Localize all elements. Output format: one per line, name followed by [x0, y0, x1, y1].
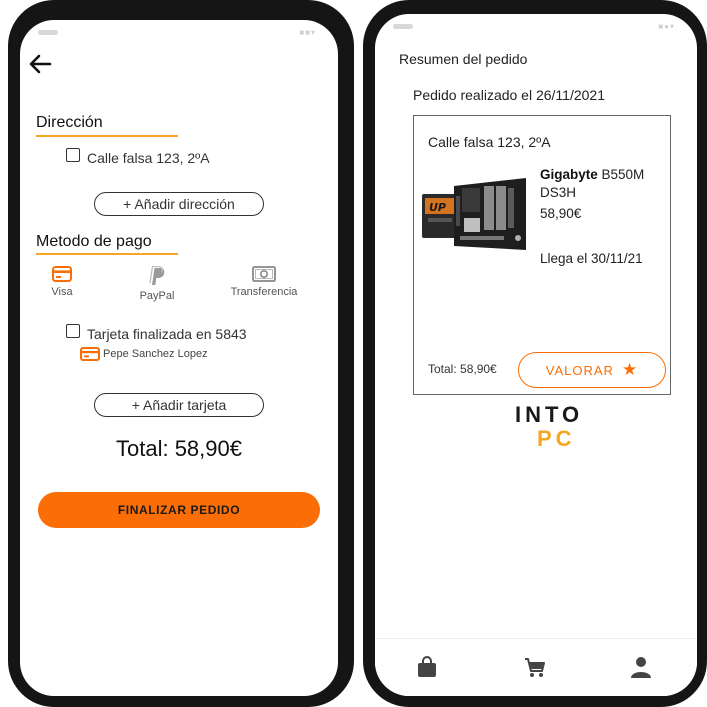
summary-title: Resumen del pedido: [399, 51, 528, 67]
add-card-button[interactable]: + Añadir tarjeta: [94, 393, 264, 417]
bag-icon[interactable]: [415, 655, 439, 679]
intopc-logo: INTO PC: [515, 402, 605, 458]
user-icon[interactable]: [629, 655, 653, 679]
payment-option-transfer[interactable]: Transferencia: [224, 266, 304, 298]
order-address: Calle falsa 123, 2ºA: [428, 134, 551, 150]
status-icons: ■●▾: [658, 22, 675, 31]
payment-option-paypal[interactable]: PayPal: [132, 266, 182, 302]
payment-option-label: Transferencia: [230, 286, 298, 298]
card-holder-row: Pepe Sanchez Lopez: [80, 347, 208, 361]
paypal-icon: [149, 266, 165, 285]
logo-text-bottom: PC: [537, 426, 576, 451]
motherboard-image: UP: [422, 178, 526, 250]
bottom-nav: [375, 638, 697, 696]
delivery-date: Llega el 30/11/21: [540, 251, 643, 266]
card-option-label: Tarjeta finalizada en 5843: [87, 326, 247, 342]
logo-text-top: INTO: [515, 402, 584, 427]
payment-underline: [36, 253, 178, 255]
payment-section-title: Metodo de pago: [36, 233, 152, 250]
credit-card-icon: [52, 266, 72, 282]
status-bar: ■■▾: [20, 28, 338, 38]
phone-summary: ■●▾ Resumen del pedido Pedido realizado …: [363, 0, 707, 707]
checkout-screen: ■■▾ Dirección Calle falsa 123, 2ºA + Aña…: [20, 20, 338, 696]
rate-button[interactable]: VALORAR ★: [518, 352, 666, 388]
card-holder-name: Pepe Sanchez Lopez: [103, 348, 208, 360]
add-address-button[interactable]: + Añadir dirección: [94, 192, 264, 216]
product-name: Gigabyte B550M DS3H: [540, 166, 670, 202]
status-notch: [38, 30, 58, 35]
order-date: Pedido realizado el 26/11/2021: [413, 87, 606, 103]
address-section-title: Dirección: [36, 114, 103, 131]
cart-icon[interactable]: [523, 655, 547, 679]
address-underline: [36, 135, 178, 137]
order-total: Total: 58,90€: [428, 362, 497, 376]
payment-option-visa[interactable]: Visa: [46, 266, 78, 298]
banknote-icon: [252, 266, 276, 282]
product-price: 58,90€: [540, 206, 582, 221]
status-bar: ■●▾: [375, 22, 697, 32]
payment-option-label: PayPal: [139, 290, 175, 302]
product-brand: Gigabyte: [540, 167, 598, 182]
finish-order-button[interactable]: FINALIZAR PEDIDO: [38, 492, 320, 528]
svg-text:UP: UP: [429, 201, 446, 214]
summary-screen: ■●▾ Resumen del pedido Pedido realizado …: [375, 14, 697, 696]
credit-card-icon: [80, 347, 100, 361]
address-option-label: Calle falsa 123, 2ºA: [87, 150, 210, 166]
address-checkbox[interactable]: [66, 148, 80, 162]
status-icons: ■■▾: [299, 28, 316, 37]
rate-button-label: VALORAR: [545, 362, 614, 378]
status-notch: [393, 24, 413, 29]
payment-option-label: Visa: [51, 286, 73, 298]
order-card[interactable]: Calle falsa 123, 2ºA UP Gigabyte B550M D…: [413, 115, 671, 395]
back-arrow-icon[interactable]: [26, 52, 54, 76]
checkout-total: Total: 58,90€: [116, 436, 242, 461]
phone-checkout: ■■▾ Dirección Calle falsa 123, 2ºA + Aña…: [8, 0, 354, 707]
star-icon: ★: [621, 360, 639, 379]
card-checkbox[interactable]: [66, 324, 80, 338]
